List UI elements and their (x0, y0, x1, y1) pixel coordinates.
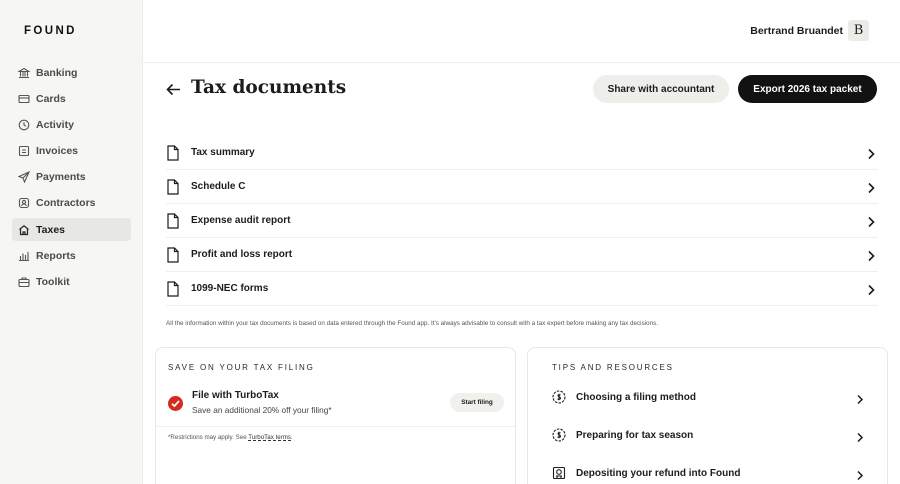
tip-item-preparing-tax-season[interactable]: Preparing for tax season (552, 426, 864, 446)
chevron-right-icon (856, 468, 864, 481)
chevron-right-icon (866, 147, 876, 160)
sidebar-item-taxes[interactable]: Taxes (12, 218, 131, 242)
bank-deposit-icon (552, 466, 566, 480)
sidebar-item-label: Cards (36, 92, 66, 105)
tax-document-list: Tax summary Schedule C Expense audit rep… (166, 136, 878, 306)
sidebar-item-label: Reports (36, 249, 76, 262)
document-icon (166, 246, 180, 263)
sidebar: FOUND Banking Cards Activity Invoices Pa… (0, 0, 143, 484)
document-icon (166, 212, 180, 229)
contractors-icon (18, 197, 30, 209)
user-name[interactable]: Bertrand Bruandet (750, 25, 843, 37)
document-label: Schedule C (191, 181, 246, 192)
chevron-right-icon (866, 215, 876, 228)
chevron-right-icon (856, 430, 864, 443)
clock-dollar-icon (552, 390, 566, 404)
bar-chart-icon (18, 250, 30, 262)
app-logo[interactable]: FOUND (24, 25, 77, 37)
turbotax-check-icon (168, 396, 183, 411)
bank-icon (18, 67, 30, 79)
chevron-right-icon (866, 181, 876, 194)
divider (156, 426, 515, 427)
invoice-icon (18, 145, 30, 157)
toolkit-icon (18, 276, 30, 288)
card-eyebrow: SAVE ON YOUR TAX FILING (168, 363, 315, 372)
start-filing-button[interactable]: Start filing (450, 393, 504, 412)
sidebar-item-cards[interactable]: Cards (12, 87, 131, 110)
list-item[interactable]: Schedule C (166, 170, 878, 204)
chevron-right-icon (856, 392, 864, 405)
export-tax-packet-button[interactable]: Export 2026 tax packet (738, 75, 877, 103)
sidebar-item-label: Activity (36, 118, 74, 131)
document-icon (166, 144, 180, 161)
turbotax-description: Save an additional 20% off your filing* (192, 405, 332, 415)
chevron-right-icon (866, 249, 876, 262)
clock-dollar-icon (552, 428, 566, 442)
avatar[interactable]: B (848, 20, 869, 41)
tip-label: Preparing for tax season (576, 430, 694, 441)
card-eyebrow: TIPS AND RESOURCES (552, 363, 674, 372)
send-icon (18, 171, 30, 184)
tip-label: Depositing your refund into Found (576, 468, 741, 479)
top-bar: Bertrand Bruandet B (143, 0, 900, 63)
sidebar-item-label: Invoices (36, 145, 79, 158)
tip-label: Choosing a filing method (576, 392, 696, 403)
sidebar-item-label: Payments (36, 171, 86, 184)
turbotax-title: File with TurboTax (192, 390, 279, 401)
document-label: 1099-NEC forms (191, 283, 269, 294)
list-item[interactable]: 1099-NEC forms (166, 272, 878, 306)
tip-item-depositing-refund[interactable]: Depositing your refund into Found (552, 464, 864, 484)
back-arrow-icon[interactable] (165, 81, 182, 98)
list-item[interactable]: Profit and loss report (166, 238, 878, 272)
share-with-accountant-button[interactable]: Share with accountant (593, 75, 729, 103)
sidebar-item-payments[interactable]: Payments (12, 166, 131, 189)
sidebar-item-toolkit[interactable]: Toolkit (12, 271, 131, 294)
sidebar-item-label: Banking (36, 66, 78, 79)
document-icon (166, 178, 180, 195)
turbotax-terms-link[interactable]: TurboTax terms (248, 434, 291, 441)
restrictions-suffix: . (291, 434, 293, 441)
sidebar-item-activity[interactable]: Activity (12, 113, 131, 136)
disclaimer-text: All the information within your tax docu… (166, 320, 659, 327)
sidebar-item-invoices[interactable]: Invoices (12, 140, 131, 163)
sidebar-item-label: Contractors (36, 197, 96, 210)
restrictions-note: *Restrictions may apply. See TurboTax te… (168, 434, 293, 441)
document-label: Expense audit report (191, 215, 291, 226)
document-label: Tax summary (191, 147, 255, 158)
sidebar-item-label: Toolkit (36, 276, 70, 288)
tips-and-resources-card: TIPS AND RESOURCES Choosing a filing met… (527, 347, 888, 484)
restrictions-prefix: *Restrictions may apply. See (168, 434, 249, 441)
card-icon (18, 93, 30, 105)
document-icon (166, 280, 180, 297)
sidebar-item-banking[interactable]: Banking (12, 61, 131, 84)
clock-icon (18, 119, 30, 131)
sidebar-item-contractors[interactable]: Contractors (12, 192, 131, 215)
save-on-filing-card: SAVE ON YOUR TAX FILING File with TurboT… (155, 347, 516, 484)
taxes-icon (18, 224, 30, 236)
list-item[interactable]: Tax summary (166, 136, 878, 170)
sidebar-nav: Banking Cards Activity Invoices Payments (12, 61, 131, 297)
chevron-right-icon (866, 283, 876, 296)
document-label: Profit and loss report (191, 249, 293, 260)
sidebar-item-reports[interactable]: Reports (12, 244, 131, 267)
tip-item-choosing-filing-method[interactable]: Choosing a filing method (552, 388, 864, 408)
page-title: Tax documents (191, 77, 347, 98)
list-item[interactable]: Expense audit report (166, 204, 878, 238)
sidebar-item-label: Taxes (36, 223, 65, 236)
